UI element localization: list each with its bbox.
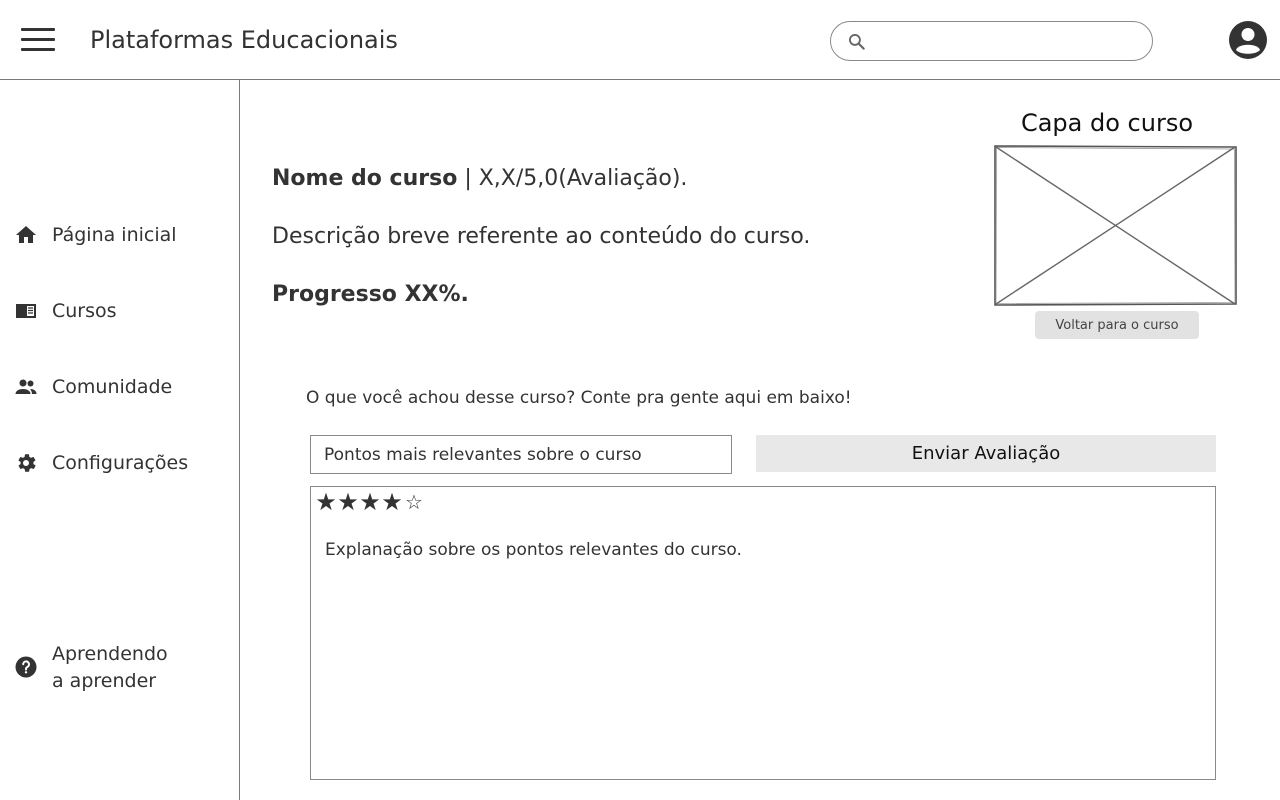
top-bar: Plataformas Educacionais <box>0 0 1280 80</box>
search-box[interactable] <box>830 21 1153 61</box>
people-icon <box>15 379 37 394</box>
sidebar-item-label: Aprendendo a aprender <box>52 641 168 695</box>
sidebar-item-label: Cursos <box>52 300 117 322</box>
search-icon <box>849 34 865 50</box>
sidebar-item-community[interactable]: Comunidade <box>0 365 239 409</box>
hamburger-menu-icon[interactable] <box>20 27 56 53</box>
sidebar-item-settings[interactable]: Configurações <box>0 441 239 485</box>
help-circle-icon <box>15 656 37 678</box>
review-prompt: O que você achou desse curso? Conte pra … <box>306 388 852 408</box>
sidebar-item-label: Comunidade <box>52 376 173 398</box>
cover-title: Capa do curso <box>1020 109 1194 137</box>
star-rating[interactable]: ★ ★ ★ ★ ☆ <box>315 489 425 515</box>
sidebar-item-label: Configurações <box>52 452 189 474</box>
course-rating: | X,X/5,0(Avaliação). <box>457 166 688 191</box>
star-filled-icon[interactable]: ★ <box>315 489 337 515</box>
send-review-button[interactable]: Enviar Avaliação <box>756 435 1216 472</box>
sidebar-item-home[interactable]: Página inicial <box>0 213 239 257</box>
back-to-course-button[interactable]: Voltar para o curso <box>1035 311 1199 339</box>
home-icon <box>16 226 36 243</box>
sidebar-item-courses[interactable]: Cursos <box>0 289 239 333</box>
search-input[interactable] <box>875 28 1140 54</box>
app-title: Plataformas Educacionais <box>90 26 398 54</box>
course-title: Nome do curso | X,X/5,0(Avaliação). <box>272 163 687 195</box>
course-description: Descrição breve referente ao conteúdo do… <box>272 224 811 249</box>
star-filled-icon[interactable]: ★ <box>359 489 381 515</box>
help-label-line2: a aprender <box>52 670 157 692</box>
star-filled-icon[interactable]: ★ <box>381 489 403 515</box>
sidebar-item-help[interactable]: Aprendendo a aprender <box>0 638 239 698</box>
gear-icon <box>18 454 36 472</box>
account-circle-icon[interactable] <box>1228 20 1268 60</box>
star-filled-icon[interactable]: ★ <box>337 489 359 515</box>
course-name: Nome do curso <box>272 166 458 191</box>
review-points-input[interactable] <box>310 435 732 474</box>
courses-book-icon <box>16 304 36 318</box>
sidebar-item-label: Página inicial <box>52 224 177 246</box>
help-label-line1: Aprendendo <box>52 643 168 665</box>
course-cover-image-placeholder <box>994 145 1237 306</box>
review-text-area[interactable]: ★ ★ ★ ★ ☆ Explanação sobre os pontos relevan… <box>310 486 1216 780</box>
star-empty-icon[interactable]: ☆ <box>403 489 425 515</box>
review-text: Explanação sobre os pontos relevantes do… <box>325 540 742 560</box>
course-progress: Progresso XX%. <box>272 282 469 307</box>
sidebar: Página inicial Cursos Comunidade Configu… <box>0 80 240 800</box>
